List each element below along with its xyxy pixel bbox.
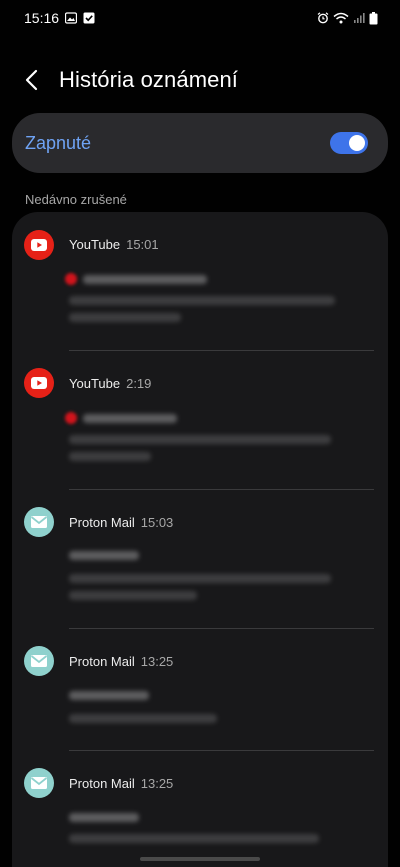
blurred-text-line [69, 313, 181, 322]
app-name: YouTube [69, 376, 121, 391]
app-header: História oznámení [0, 58, 400, 102]
app-name: Proton Mail [69, 515, 135, 530]
master-toggle[interactable] [330, 132, 368, 154]
notification-item[interactable]: YouTube 2:19 [12, 351, 388, 490]
status-time: 15:16 [24, 10, 60, 26]
notification-time: 13:25 [140, 654, 174, 669]
chevron-left-icon [25, 69, 38, 91]
youtube-icon [24, 368, 54, 398]
notification-time: 15:03 [140, 515, 174, 530]
battery-icon [369, 11, 378, 24]
notification-time: 15:01 [126, 237, 159, 252]
alarm-icon [317, 12, 329, 24]
notification-item[interactable]: Proton Mail 13:25 [12, 629, 388, 751]
image-notification-icon [65, 12, 78, 24]
app-name: Proton Mail [69, 654, 135, 669]
notification-time: 2:19 [126, 376, 152, 391]
proton-mail-icon [24, 646, 54, 676]
blurred-text-line [69, 435, 331, 444]
notification-header: Proton Mail 13:25 [69, 776, 173, 791]
notification-time: 13:25 [140, 776, 174, 791]
blurred-text-line [69, 296, 335, 305]
notification-item[interactable]: YouTube 15:01 [12, 212, 388, 351]
notification-list: YouTube 15:01 YouTube 2:19 Proton Mail 1… [12, 212, 388, 867]
app-name: YouTube [69, 237, 121, 252]
checkbox-notification-icon [83, 12, 95, 24]
blurred-text-line [69, 714, 217, 723]
master-switch-row[interactable]: Zapnuté [12, 113, 388, 173]
toggle-knob [349, 135, 365, 151]
channel-avatar [65, 412, 77, 424]
notification-header: Proton Mail 15:03 [69, 515, 173, 530]
status-left: 15:16 [24, 10, 95, 26]
youtube-icon [24, 230, 54, 260]
blurred-text-line [69, 452, 151, 461]
channel-avatar [65, 273, 77, 285]
blurred-title [69, 691, 149, 700]
wifi-icon [333, 12, 349, 24]
master-switch-label: Zapnuté [25, 132, 92, 153]
notification-header: YouTube 2:19 [69, 376, 151, 391]
back-button[interactable] [18, 66, 46, 94]
notification-item[interactable]: Proton Mail 15:03 [12, 490, 388, 629]
page-title: História oznámení [59, 67, 238, 92]
notification-header: Proton Mail 13:25 [69, 654, 173, 669]
blurred-text-line [69, 591, 197, 600]
status-right [317, 11, 378, 25]
notification-header: YouTube 15:01 [69, 237, 159, 252]
section-label: Nedávno zrušené [25, 192, 127, 207]
app-name: Proton Mail [69, 776, 135, 791]
navigation-handle[interactable] [140, 857, 260, 861]
blurred-title [69, 551, 139, 560]
signal-icon [354, 13, 365, 23]
proton-mail-icon [24, 507, 54, 537]
blurred-title [83, 414, 177, 423]
blurred-title [69, 813, 139, 822]
blurred-title [83, 275, 207, 284]
blurred-text-line [69, 834, 319, 843]
blurred-text-line [69, 574, 331, 583]
status-bar: 15:16 [0, 0, 400, 36]
proton-mail-icon [24, 768, 54, 798]
notification-item[interactable]: Proton Mail 13:25 [12, 751, 388, 867]
